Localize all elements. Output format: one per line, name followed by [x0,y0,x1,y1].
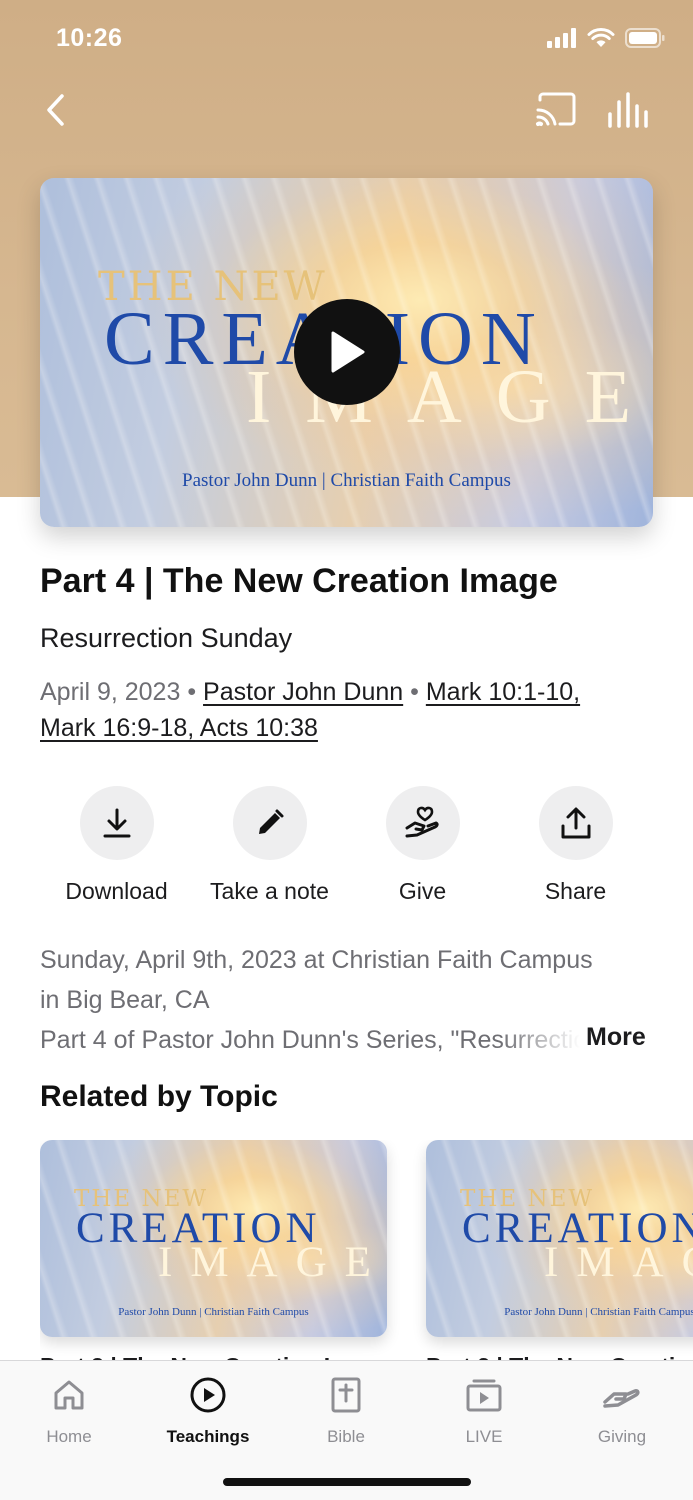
back-button[interactable] [36,88,76,132]
take-note-label: Take a note [210,878,329,904]
tab-giving[interactable]: Giving [553,1375,691,1447]
teaching-date: April 9, 2023 [40,678,181,706]
giving-hand-icon [553,1375,691,1415]
card-art-line-3: IMAGE [158,1239,387,1286]
battery-icon [625,28,665,48]
take-note-button[interactable]: Take a note [193,786,346,905]
share-circle [538,786,613,860]
tab-label: Bible [327,1427,365,1446]
status-time: 10:26 [56,24,123,52]
more-button[interactable]: More [586,1023,646,1052]
related-heading: Related by Topic [40,1080,278,1113]
tab-label: Home [46,1427,92,1446]
give-label: Give [398,878,447,904]
card-art-credit: Pastor John Dunn | Christian Faith Campu… [118,1306,309,1318]
tab-home[interactable]: Home [0,1375,138,1447]
audio-only-button[interactable] [606,90,652,130]
card-art-credit: Pastor John Dunn | Christian Faith Campu… [504,1306,693,1318]
cast-icon [536,92,576,126]
description-truncated-text: Part 4 of Pastor John Dunn's Series, "Re… [40,1026,580,1054]
home-icon [0,1375,138,1415]
tab-teachings[interactable]: Teachings [139,1375,277,1447]
related-card[interactable]: THE NEW CREATION IMAGE Pastor John Dunn … [40,1140,387,1370]
pencil-icon [258,809,283,834]
audio-bars-icon [608,92,648,128]
scripture-link[interactable]: Mark 16:9-18, Acts 10:38 [40,714,318,742]
give-button[interactable]: Give [346,786,499,905]
meta-separator: • [187,678,197,706]
description-line: Part 4 of Pastor John Dunn's Series, "Re… [40,1020,580,1060]
artwork-credit: Pastor John Dunn | Christian Faith Campu… [182,470,511,491]
teaching-series: Resurrection Sunday [40,623,293,653]
download-icon [103,808,130,838]
cellular-signal-icon [547,28,576,48]
bible-icon [277,1375,415,1415]
play-icon [331,331,365,373]
related-card[interactable]: THE NEW CREATION IMAGE Pastor John Dunn … [426,1140,693,1370]
top-navigation [0,80,693,144]
share-button[interactable]: Share [499,786,652,905]
teaching-meta: April 9, 2023 • Pastor John Dunn • Mark … [40,674,650,746]
tab-label: LIVE [465,1427,503,1446]
card-art-line-3: IMAGE [544,1239,693,1286]
status-icons [547,28,665,48]
share-label: Share [544,878,607,904]
tab-live[interactable]: LIVE [415,1375,553,1447]
teaching-title: Part 4 | The New Creation Image [40,562,558,600]
action-row: Download Take a note Give Share [40,786,652,906]
home-indicator [223,1478,471,1486]
download-button[interactable]: Download [40,786,193,905]
related-card-artwork: THE NEW CREATION IMAGE Pastor John Dunn … [426,1140,693,1337]
download-circle [79,786,154,860]
description-line: Sunday, April 9th, 2023 at Christian Fai… [40,946,593,974]
scripture-link[interactable]: Mark 10:1-10, [426,678,580,706]
share-icon [561,807,590,839]
chevron-left-icon [47,94,64,126]
cast-button[interactable] [534,90,578,130]
play-button[interactable] [294,299,400,405]
take-note-circle [232,786,307,860]
tab-bible[interactable]: Bible [277,1375,415,1447]
meta-separator: • [410,678,419,706]
description-fade [500,1020,580,1060]
tab-label: Teachings [166,1427,250,1446]
play-circle-icon [139,1375,277,1415]
related-card-artwork: THE NEW CREATION IMAGE Pastor John Dunn … [40,1140,387,1337]
related-carousel[interactable]: THE NEW CREATION IMAGE Pastor John Dunn … [40,1140,693,1370]
sermon-artwork[interactable]: THE NEW CREATION IMAGE Pastor John Dunn … [40,178,653,527]
description-line: in Big Bear, CA [40,986,210,1014]
heart-hand-icon [405,806,439,838]
give-circle [385,786,460,860]
wifi-icon [587,28,615,47]
tab-label: Giving [597,1427,647,1446]
live-tv-icon [415,1375,553,1415]
speaker-link[interactable]: Pastor John Dunn [203,678,403,706]
status-bar: 10:26 [0,0,693,80]
download-label: Download [65,878,168,904]
teaching-description: Sunday, April 9th, 2023 at Christian Fai… [40,940,652,1060]
